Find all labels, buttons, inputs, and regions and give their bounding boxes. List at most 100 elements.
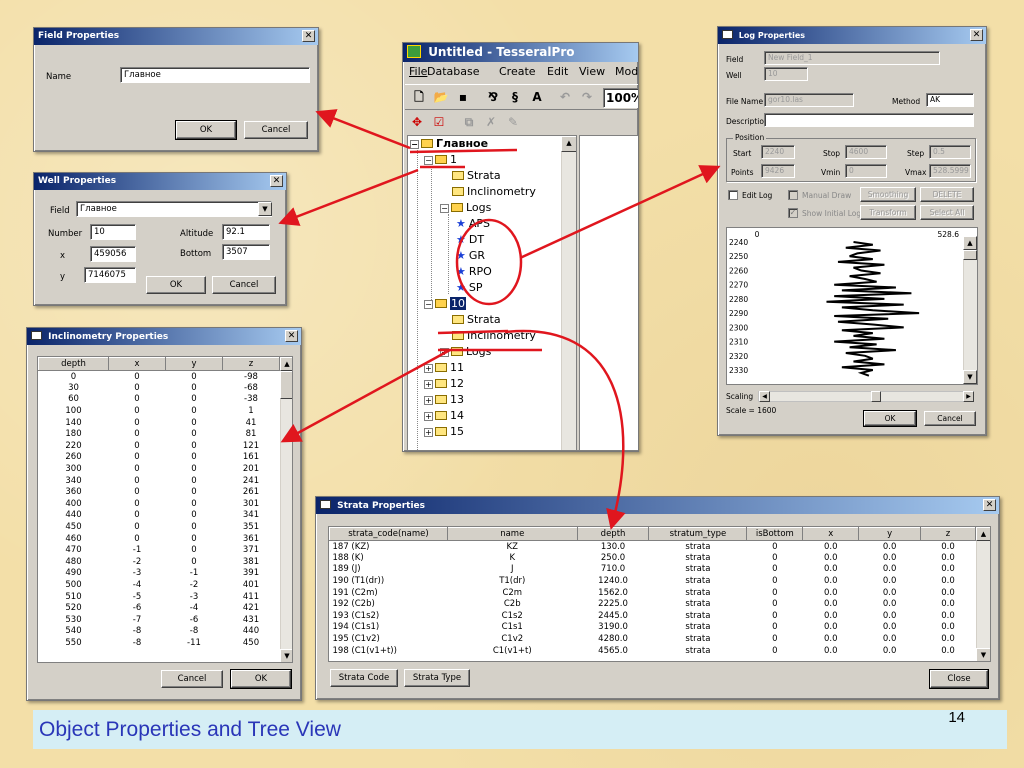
table-row[interactable]: 260 0 0 161	[39, 452, 280, 464]
expand-icon[interactable]: +	[424, 364, 433, 373]
tree-node-strata-10[interactable]: Strata	[452, 312, 501, 328]
expand-icon[interactable]: +	[424, 428, 433, 437]
scrollbar-thumb[interactable]	[963, 250, 977, 260]
column-header[interactable]: strata_code(name)	[329, 527, 448, 541]
column-header[interactable]: x	[802, 527, 860, 541]
delete-button[interactable]: DELETE	[920, 187, 974, 202]
save-icon[interactable]: ▪	[453, 87, 473, 107]
expand-icon[interactable]: +	[424, 412, 433, 421]
scroll-up-icon[interactable]: ▲	[561, 136, 576, 152]
smoothing-button[interactable]: Smoothing	[860, 187, 916, 202]
column-header[interactable]: isBottom	[746, 527, 804, 541]
tree-node-logs-10[interactable]: + Logs	[440, 344, 491, 360]
table-row[interactable]: 520 -6 -4 421	[39, 602, 280, 614]
column-header[interactable]: name	[446, 527, 578, 541]
table-row[interactable]: 191 (C2m) C2m 1562.0 strata 0 0.0 0.0 0.0	[330, 587, 976, 599]
cancel-button[interactable]: Cancel	[244, 121, 308, 139]
expand-icon[interactable]: +	[424, 380, 433, 389]
table-row[interactable]: 540 -8 -8 440	[39, 626, 280, 638]
canvas-area[interactable]	[579, 135, 638, 451]
cancel-button[interactable]: Cancel	[212, 276, 276, 294]
collapse-icon[interactable]: −	[440, 204, 449, 213]
ok-button[interactable]: OK	[230, 669, 292, 689]
tree-node-well-1[interactable]: −1	[424, 152, 457, 168]
transform-button[interactable]: Transform	[860, 205, 916, 220]
tree-node-log-sp[interactable]: ★ SP	[456, 280, 483, 296]
main-titlebar[interactable]: Untitled - TesseralPro	[403, 43, 638, 62]
table-row[interactable]: 180 0 0 81	[39, 428, 280, 440]
field-name-input[interactable]: Главное	[120, 67, 310, 83]
altitude-input[interactable]: 92.1	[222, 224, 270, 240]
column-header[interactable]: z	[920, 527, 976, 541]
menu-database[interactable]: Database	[427, 65, 480, 78]
column-header[interactable]: x	[108, 357, 166, 371]
scroll-down-icon[interactable]: ▼	[976, 648, 990, 661]
table-row[interactable]: 195 (C1v2) C1v2 4280.0 strata 0 0.0 0.0 0.0	[330, 633, 976, 645]
tree-node-well-13[interactable]: +13	[424, 392, 464, 408]
table-row[interactable]: 140 0 0 41	[39, 417, 280, 429]
properties-tool-icon[interactable]: ✎	[503, 112, 523, 132]
ok-button[interactable]: OK	[863, 410, 917, 427]
table-row[interactable]: 500 -4 -2 401	[39, 579, 280, 591]
column-header[interactable]: y	[165, 357, 223, 371]
move-tool-icon[interactable]: ✥	[407, 112, 427, 132]
copy-tool-icon[interactable]: ⧉	[459, 112, 479, 132]
cancel-button[interactable]: Cancel	[924, 411, 976, 426]
scrollbar-thumb[interactable]	[280, 371, 292, 399]
close-icon[interactable]: ✕	[270, 175, 283, 187]
tree-node-well-12[interactable]: +12	[424, 376, 464, 392]
collapse-icon[interactable]: −	[410, 140, 419, 149]
table-row[interactable]: 30 0 0 -68	[39, 382, 280, 394]
table-row[interactable]: 550 -8 -11 450	[39, 637, 280, 649]
field-input[interactable]: New Field_1	[764, 51, 940, 65]
show-initial-log-checkbox[interactable]: ✓	[788, 208, 798, 218]
file-name-input[interactable]: gor10.las	[764, 93, 854, 107]
menu-view[interactable]: View	[579, 65, 605, 78]
tree-node-log-dt[interactable]: ★ DT	[456, 232, 484, 248]
table-row[interactable]: 490 -3 -1 391	[39, 568, 280, 580]
strata-tool-icon[interactable]: §	[505, 87, 525, 107]
ok-button[interactable]: OK	[175, 120, 237, 140]
zoom-select[interactable]: 100%	[603, 88, 638, 108]
table-row[interactable]: 440 0 0 341	[39, 510, 280, 522]
table-row[interactable]: 100 0 0 1	[39, 405, 280, 417]
tree-node-well-11[interactable]: +11	[424, 360, 464, 376]
table-row[interactable]: 480 -2 0 381	[39, 556, 280, 568]
tree-node-log-aps[interactable]: ★ APS	[456, 216, 490, 232]
close-icon[interactable]: ✕	[302, 30, 315, 42]
table-row[interactable]: 60 0 0 -38	[39, 394, 280, 406]
tree-node-inclinometry-10[interactable]: Inclinometry	[452, 328, 536, 344]
scaling-scrollbar[interactable]: ◀ ▶	[758, 391, 974, 402]
expand-icon[interactable]: +	[440, 348, 449, 357]
table-row[interactable]: 340 0 0 241	[39, 475, 280, 487]
ok-button[interactable]: OK	[146, 276, 206, 294]
expand-icon[interactable]: +	[424, 396, 433, 405]
column-header[interactable]: depth	[576, 527, 650, 541]
table-row[interactable]: 189 (J) J 710.0 strata 0 0.0 0.0 0.0	[330, 564, 976, 576]
table-row[interactable]: 0 0 0 -98	[39, 371, 280, 383]
field-select[interactable]: Главное	[76, 201, 272, 217]
table-row[interactable]: 300 0 0 201	[39, 463, 280, 475]
scroll-right-icon[interactable]: ▶	[963, 391, 974, 402]
table-row[interactable]: 360 0 0 261	[39, 486, 280, 498]
close-icon[interactable]: ✕	[970, 29, 983, 41]
strata-code-button[interactable]: Strata Code	[330, 669, 398, 687]
points-input[interactable]: 9426	[761, 164, 795, 178]
table-row[interactable]: 187 (KZ) KZ 130.0 strata 0 0.0 0.0 0.0	[330, 541, 976, 553]
inclinometry-titlebar[interactable]: Inclinometry Properties ✕	[27, 328, 301, 345]
table-row[interactable]: 220 0 0 121	[39, 440, 280, 452]
stop-input[interactable]: 4600	[845, 145, 887, 159]
text-tool-icon[interactable]: A	[527, 87, 547, 107]
scroll-left-icon[interactable]: ◀	[759, 391, 770, 402]
column-header[interactable]: y	[858, 527, 922, 541]
close-icon[interactable]: ✕	[285, 330, 298, 342]
menu-edit[interactable]: Edit	[547, 65, 568, 78]
redo-icon[interactable]: ↷	[577, 87, 597, 107]
menu-file[interactable]: File	[409, 65, 427, 78]
collapse-icon[interactable]: −	[424, 300, 433, 309]
number-input[interactable]: 10	[90, 224, 136, 240]
field-properties-titlebar[interactable]: Field Properties ✕	[34, 28, 318, 45]
table-row[interactable]: 192 (C2b) C2b 2225.0 strata 0 0.0 0.0 0.0	[330, 598, 976, 610]
vmax-input[interactable]: 528.5999	[929, 164, 971, 178]
table-row[interactable]: 190 (T1(dr)) T1(dr) 1240.0 strata 0 0.0 0.0 0.0	[330, 575, 976, 587]
